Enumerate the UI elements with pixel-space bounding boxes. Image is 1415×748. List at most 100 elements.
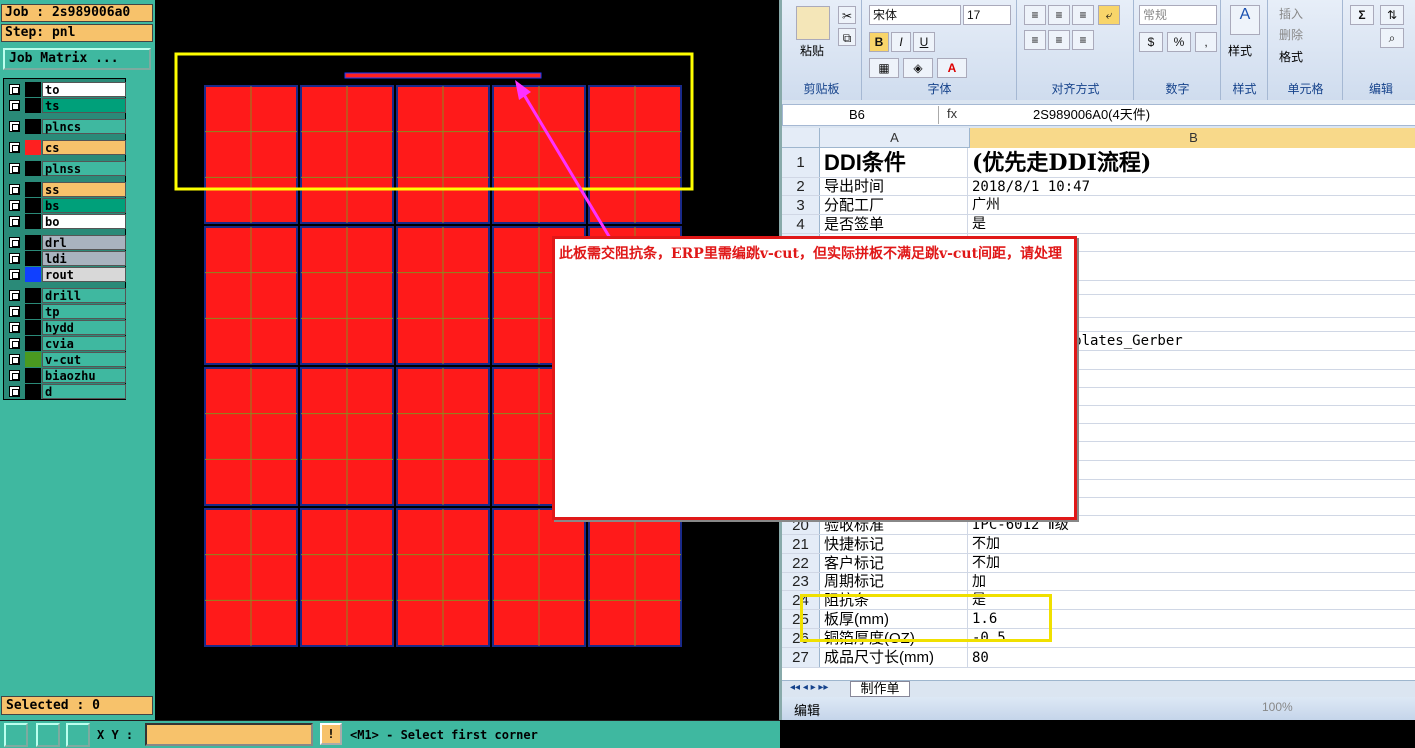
cell-b[interactable]: 加 xyxy=(970,573,1415,590)
align-right-icon[interactable]: ≡ xyxy=(1072,30,1094,50)
fill-color-icon[interactable]: ◈ xyxy=(903,58,933,78)
layer-row-drill[interactable]: drill xyxy=(6,288,126,303)
row-number[interactable]: 25 xyxy=(782,610,820,628)
sort-icon[interactable]: ⇅ xyxy=(1380,5,1404,25)
comma-icon[interactable]: , xyxy=(1195,32,1217,52)
cell-b[interactable]: 是 xyxy=(970,215,1415,233)
layer-name[interactable]: rout xyxy=(42,267,126,282)
layer-checkbox[interactable] xyxy=(9,386,20,397)
layer-row-hydd[interactable]: hydd xyxy=(6,320,126,335)
font-size-select[interactable]: 17 xyxy=(963,5,1011,25)
grid-icon[interactable] xyxy=(66,723,90,747)
select-all-corner[interactable] xyxy=(782,128,820,148)
row-number[interactable]: 23 xyxy=(782,573,820,590)
layer-row-plncs[interactable]: plncs xyxy=(6,119,126,134)
layer-color-swatch[interactable] xyxy=(25,161,41,176)
layer-checkbox[interactable] xyxy=(9,216,20,227)
layer-row-bo[interactable]: bo xyxy=(6,214,126,229)
wrap-text-icon[interactable]: ⤶ xyxy=(1098,5,1120,25)
layer-color-swatch[interactable] xyxy=(25,336,41,351)
cell-b[interactable]: 不加 xyxy=(970,554,1415,572)
cell-a[interactable]: 成品尺寸长(mm) xyxy=(822,648,968,667)
layer-color-swatch[interactable] xyxy=(25,368,41,383)
row-number[interactable]: 4 xyxy=(782,215,820,233)
layer-color-swatch[interactable] xyxy=(25,182,41,197)
percent-icon[interactable]: % xyxy=(1167,32,1191,52)
layer-checkbox[interactable] xyxy=(9,322,20,333)
layer-name[interactable]: plnss xyxy=(42,161,126,176)
delete-button[interactable]: 删除 xyxy=(1279,26,1303,43)
layer-checkbox[interactable] xyxy=(9,370,20,381)
border-icon[interactable]: ▦ xyxy=(869,58,899,78)
layer-checkbox[interactable] xyxy=(9,100,20,111)
column-header-a[interactable]: A xyxy=(820,128,970,148)
layer-name[interactable]: drill xyxy=(42,288,126,303)
xy-input[interactable] xyxy=(145,723,313,746)
zoom-window-icon[interactable] xyxy=(4,723,28,747)
cell-a[interactable]: 铜箔厚度(OZ) xyxy=(822,629,968,647)
layer-checkbox[interactable] xyxy=(9,200,20,211)
formula-content[interactable]: 2S989006A0(4天件) xyxy=(1033,106,1150,124)
layer-color-swatch[interactable] xyxy=(25,235,41,250)
row-number[interactable]: 24 xyxy=(782,591,820,609)
layer-name[interactable]: biaozhu xyxy=(42,368,126,383)
layer-row-to[interactable]: to xyxy=(6,82,126,97)
layer-name[interactable]: ss xyxy=(42,182,126,197)
align-center-icon[interactable]: ≡ xyxy=(1048,30,1070,50)
layer-name[interactable]: ldi xyxy=(42,251,126,266)
layer-checkbox[interactable] xyxy=(9,121,20,132)
measure-icon[interactable] xyxy=(36,723,60,747)
layer-color-swatch[interactable] xyxy=(25,214,41,229)
cell-b[interactable]: -0.5 xyxy=(970,629,1415,647)
layer-row-cvia[interactable]: cvia xyxy=(6,336,126,351)
layer-checkbox[interactable] xyxy=(9,163,20,174)
layer-checkbox[interactable] xyxy=(9,184,20,195)
styles-icon[interactable]: A xyxy=(1230,5,1260,35)
layer-name[interactable]: ts xyxy=(42,98,126,113)
layer-checkbox[interactable] xyxy=(9,290,20,301)
paste-icon[interactable] xyxy=(796,6,830,40)
font-color-icon[interactable]: A xyxy=(937,58,967,78)
cell-a[interactable]: 板厚(mm) xyxy=(822,610,968,628)
column-header-b[interactable]: B xyxy=(970,128,1415,148)
layer-name[interactable]: to xyxy=(42,82,126,97)
layer-checkbox[interactable] xyxy=(9,269,20,280)
cell-b[interactable]: (优先走DDI流程) xyxy=(970,148,1415,177)
row-number[interactable]: 22 xyxy=(782,554,820,572)
job-matrix-button[interactable]: Job Matrix ... xyxy=(3,48,151,70)
insert-button[interactable]: 插入 xyxy=(1279,5,1303,22)
row-number[interactable]: 2 xyxy=(782,178,820,195)
cell-a[interactable]: 客户标记 xyxy=(822,554,968,572)
layer-row-ts[interactable]: ts xyxy=(6,98,126,113)
italic-button[interactable]: I xyxy=(891,32,911,52)
row-number[interactable]: 27 xyxy=(782,648,820,667)
layer-checkbox[interactable] xyxy=(9,354,20,365)
row-number[interactable]: 1 xyxy=(782,148,820,177)
align-middle-icon[interactable]: ≡ xyxy=(1048,5,1070,25)
layer-name[interactable]: bo xyxy=(42,214,126,229)
layer-color-swatch[interactable] xyxy=(25,304,41,319)
cell-b[interactable]: 不加 xyxy=(970,535,1415,553)
cell-b[interactable]: 广州 xyxy=(970,196,1415,214)
cut-icon[interactable]: ✂ xyxy=(838,6,856,24)
cell-a[interactable]: 快捷标记 xyxy=(822,535,968,553)
align-left-icon[interactable]: ≡ xyxy=(1024,30,1046,50)
layer-row-bs[interactable]: bs xyxy=(6,198,126,213)
align-bottom-icon[interactable]: ≡ xyxy=(1072,5,1094,25)
layer-color-swatch[interactable] xyxy=(25,352,41,367)
cell-a[interactable]: 导出时间 xyxy=(822,178,968,195)
format-button[interactable]: 格式 xyxy=(1279,48,1303,65)
layer-color-swatch[interactable] xyxy=(25,140,41,155)
cell-b[interactable]: 2018/8/1 10:47 xyxy=(970,178,1415,195)
layer-row-ldi[interactable]: ldi xyxy=(6,251,126,266)
layer-checkbox[interactable] xyxy=(9,306,20,317)
layer-color-swatch[interactable] xyxy=(25,82,41,97)
autosum-icon[interactable]: Σ xyxy=(1350,5,1374,25)
align-top-icon[interactable]: ≡ xyxy=(1024,5,1046,25)
cell-b[interactable]: 80 xyxy=(970,648,1415,667)
layer-name[interactable]: d xyxy=(42,384,126,399)
layer-color-swatch[interactable] xyxy=(25,251,41,266)
layer-name[interactable]: bs xyxy=(42,198,126,213)
layer-color-swatch[interactable] xyxy=(25,288,41,303)
layer-row-plnss[interactable]: plnss xyxy=(6,161,126,176)
